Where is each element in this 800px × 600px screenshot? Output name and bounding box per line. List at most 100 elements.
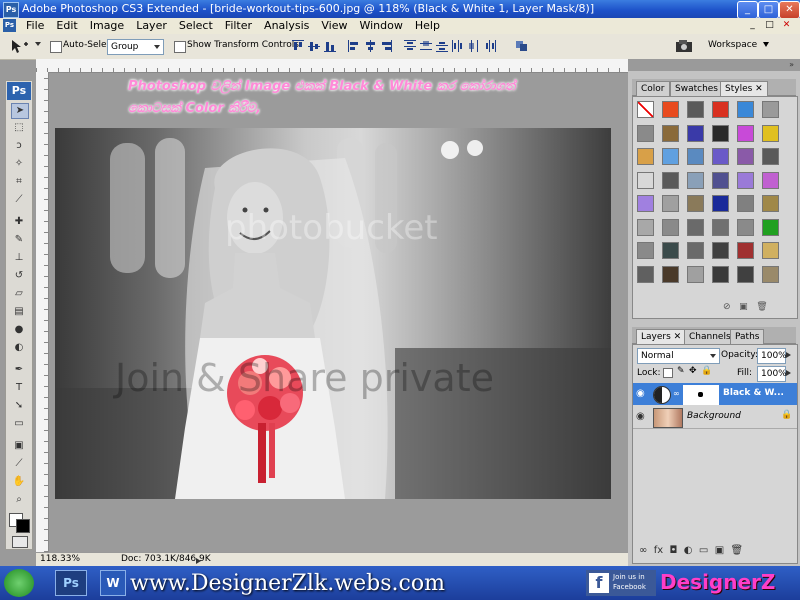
eraser-tool-icon[interactable]: ▱ (11, 287, 27, 301)
style-swatch[interactable] (687, 195, 704, 212)
style-swatch[interactable] (712, 242, 729, 259)
menu-edit[interactable]: Edit (50, 19, 83, 33)
add-mask-icon[interactable]: ◘ (670, 545, 678, 556)
workspace-menu[interactable]: Workspace (708, 40, 770, 50)
brush-tool-icon[interactable]: ✎ (11, 233, 27, 247)
distribute-bottom-icon[interactable] (436, 40, 448, 52)
style-swatch[interactable] (712, 124, 729, 142)
style-swatch[interactable] (687, 148, 704, 165)
taskbar-word-button[interactable]: W (100, 570, 126, 596)
style-swatch[interactable] (637, 148, 654, 165)
collapse-dock-icon[interactable]: » (789, 60, 794, 69)
style-swatch[interactable] (687, 218, 704, 236)
shape-tool-icon[interactable]: ▭ (11, 417, 27, 431)
style-swatch[interactable] (737, 265, 754, 283)
facebook-badge[interactable]: f Join us in Facebook (586, 570, 656, 596)
auto-select-checkbox[interactable] (50, 41, 62, 53)
chain-link-icon[interactable]: ∞ (673, 389, 680, 398)
style-swatch[interactable] (687, 242, 704, 259)
history-brush-tool-icon[interactable]: ↺ (11, 269, 27, 283)
menu-image[interactable]: Image (84, 19, 130, 33)
doc-minimize-button[interactable]: _ (746, 19, 759, 31)
layer-row-background[interactable]: ◉ Background 🔒 (633, 406, 797, 429)
distribute-left-icon[interactable] (452, 40, 464, 52)
taskbar-photoshop-button[interactable]: Ps (55, 570, 87, 596)
move-tool-icon[interactable]: ➤ (11, 103, 29, 119)
tab-paths[interactable]: Paths (730, 329, 765, 344)
style-swatch[interactable] (762, 265, 779, 283)
style-swatch[interactable] (737, 242, 754, 259)
blend-mode-dropdown[interactable]: Normal (637, 348, 720, 364)
bridge-icon[interactable] (675, 39, 693, 53)
doc-close-button[interactable]: ✕ (780, 19, 793, 31)
new-group-icon[interactable]: ▭ (699, 545, 708, 556)
style-swatch[interactable] (662, 265, 679, 283)
auto-align-layers-icon[interactable] (516, 40, 528, 52)
menu-analysis[interactable]: Analysis (258, 19, 315, 33)
lock-all-icon[interactable]: 🔒 (701, 366, 712, 376)
move-tool-icon[interactable] (10, 39, 32, 54)
slice-tool-icon[interactable]: ⟋ (11, 193, 27, 207)
crop-tool-icon[interactable]: ⌗ (11, 175, 27, 189)
style-swatch[interactable] (737, 218, 754, 236)
close-icon[interactable]: ✕ (755, 84, 763, 94)
style-swatch[interactable] (737, 171, 754, 189)
minimize-button[interactable]: _ (737, 1, 758, 19)
style-swatch[interactable] (712, 195, 729, 212)
tab-channels[interactable]: Channels (684, 329, 736, 344)
align-left-icon[interactable] (348, 40, 360, 52)
style-swatch[interactable] (712, 265, 729, 283)
tool-preset-chevron-icon[interactable] (35, 42, 41, 46)
dodge-tool-icon[interactable]: ◐ (11, 341, 27, 355)
foreground-color-swatch[interactable] (16, 519, 30, 533)
zoom-level[interactable]: 118.33% (40, 554, 80, 564)
eye-icon[interactable]: ◉ (636, 388, 645, 399)
gradient-tool-icon[interactable]: ▤ (11, 305, 27, 319)
style-swatch[interactable] (662, 242, 679, 259)
zoom-tool-icon[interactable]: ⌕ (11, 493, 27, 507)
distribute-horizontal-center-icon[interactable] (468, 40, 480, 52)
vertical-ruler[interactable] (36, 72, 49, 552)
style-swatch[interactable] (762, 171, 779, 189)
eye-icon[interactable]: ◉ (636, 411, 645, 422)
lock-transparent-icon[interactable] (663, 368, 673, 378)
style-swatch[interactable] (762, 124, 779, 142)
menu-help[interactable]: Help (409, 19, 446, 33)
fill-field[interactable]: 100% (757, 366, 787, 382)
pen-tool-icon[interactable]: ✒ (11, 363, 27, 377)
magic-wand-tool-icon[interactable]: ✧ (11, 157, 27, 171)
layer-row-black-white[interactable]: ◉ ∞ Black & W... (633, 383, 797, 405)
distribute-vertical-center-icon[interactable] (420, 40, 432, 52)
style-swatch[interactable] (687, 265, 704, 283)
layer-style-icon[interactable]: fx (654, 545, 663, 556)
align-horizontal-center-icon[interactable] (364, 40, 376, 52)
distribute-right-icon[interactable] (484, 40, 496, 52)
layer-mask-thumbnail[interactable] (683, 385, 719, 405)
tab-swatches[interactable]: Swatches (670, 81, 723, 96)
align-bottom-icon[interactable] (324, 40, 336, 52)
blur-tool-icon[interactable]: ● (11, 323, 27, 337)
style-swatch[interactable] (737, 101, 754, 118)
ps-menu-icon[interactable]: Ps (3, 19, 16, 32)
show-transform-checkbox[interactable] (174, 41, 186, 53)
lock-image-icon[interactable]: ✎ (677, 366, 685, 376)
menu-view[interactable]: View (315, 19, 353, 33)
hand-tool-icon[interactable]: ✋ (11, 475, 27, 489)
no-style-icon[interactable]: ⊘ (723, 302, 731, 312)
trash-icon[interactable]: 🗑 (731, 545, 744, 556)
style-swatch[interactable] (712, 171, 729, 189)
style-swatch[interactable] (737, 124, 754, 142)
style-swatch[interactable] (637, 218, 654, 236)
auto-select-dropdown[interactable]: Group (107, 39, 164, 55)
distribute-top-icon[interactable] (404, 40, 416, 52)
clone-stamp-tool-icon[interactable]: ⊥ (11, 251, 27, 265)
style-swatch[interactable] (687, 101, 704, 118)
tab-styles[interactable]: Styles ✕ (720, 81, 768, 96)
close-button[interactable]: ✕ (779, 1, 800, 19)
style-swatch[interactable] (637, 171, 654, 189)
maximize-button[interactable]: □ (758, 1, 779, 19)
status-menu-arrow-icon[interactable] (196, 558, 201, 564)
style-swatch[interactable] (662, 195, 679, 212)
style-swatch[interactable] (762, 242, 779, 259)
style-swatch[interactable] (662, 218, 679, 236)
